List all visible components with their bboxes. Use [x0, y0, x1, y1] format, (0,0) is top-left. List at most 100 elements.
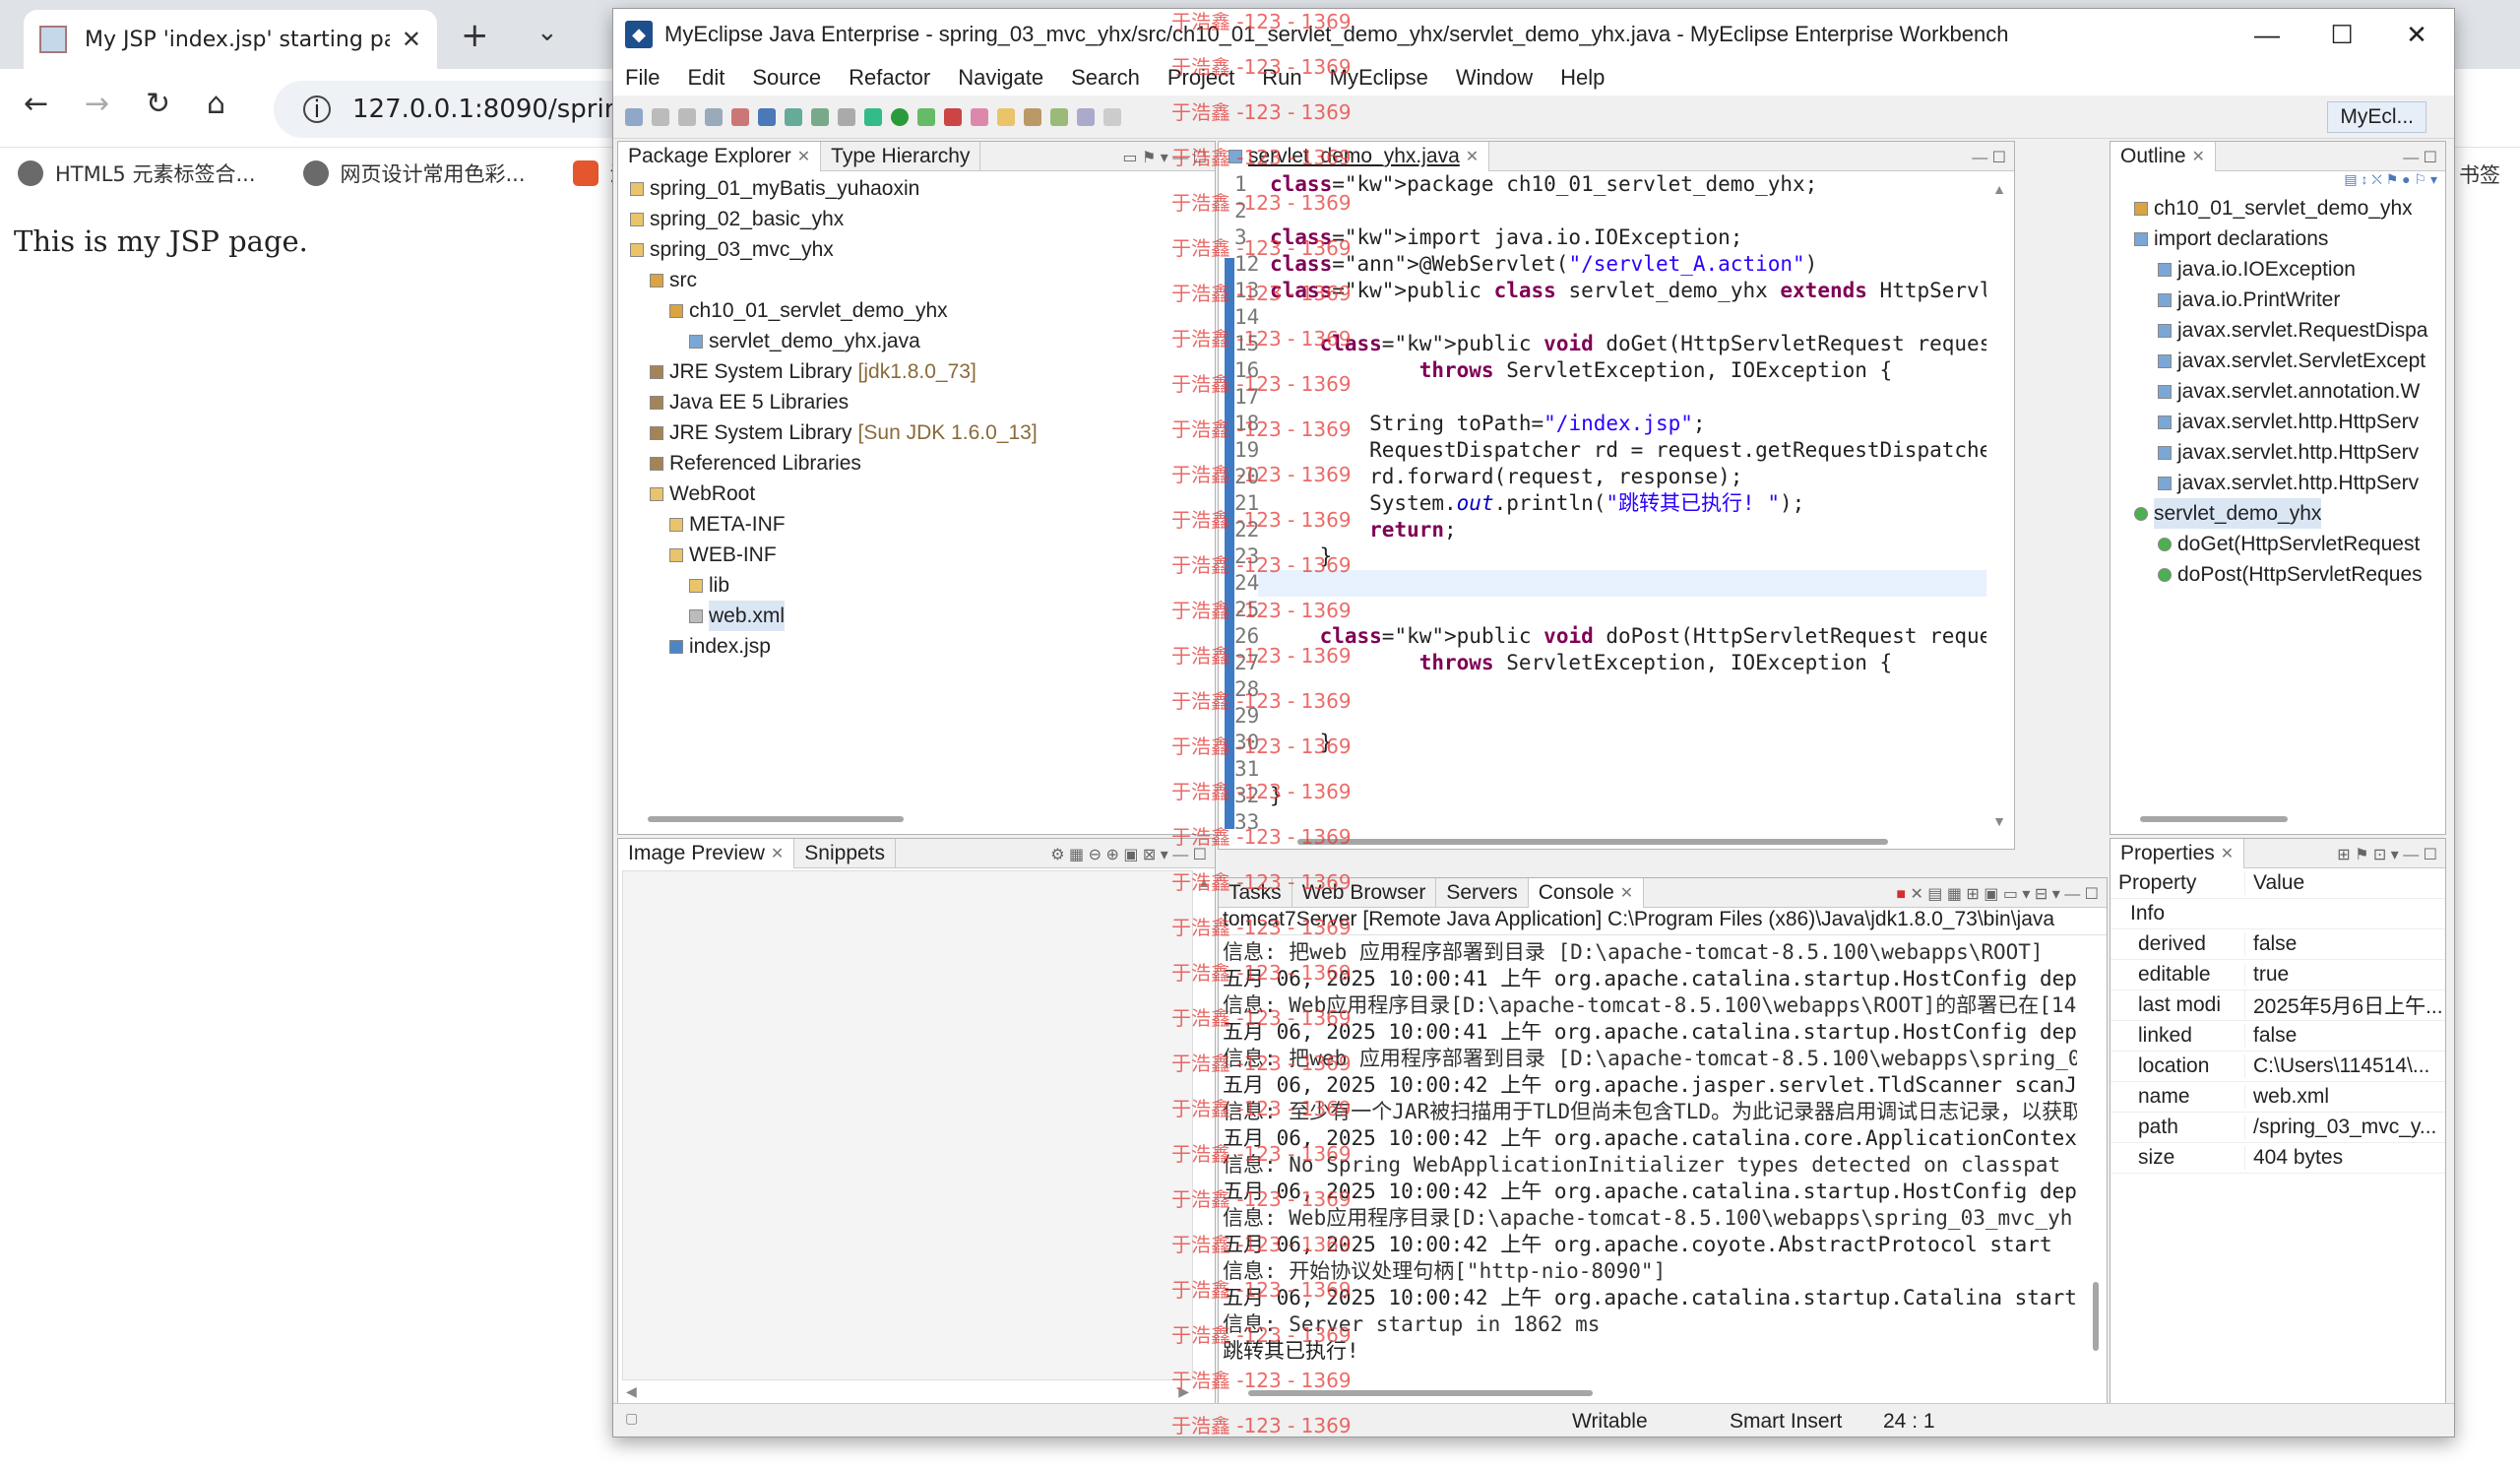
horizontal-scrollbar[interactable]	[1297, 839, 1888, 845]
reload-icon[interactable]: ↻	[146, 87, 170, 121]
menu-window[interactable]: Window	[1456, 65, 1533, 91]
menu-refactor[interactable]: Refactor	[849, 65, 930, 91]
property-row[interactable]: name web.xml	[2110, 1082, 2445, 1113]
tab-snippets[interactable]: Snippets	[794, 838, 897, 868]
outline-item[interactable]: javax.servlet.ServletExcept	[2134, 346, 2445, 376]
outline-item[interactable]: ch10_01_servlet_demo_yhx	[2134, 193, 2445, 223]
tab-console[interactable]: Console ✕	[1528, 877, 1645, 908]
server-icon[interactable]	[758, 107, 776, 126]
package-tree-item[interactable]: src	[630, 265, 1215, 295]
horizontal-scrollbar[interactable]	[648, 816, 904, 822]
run-external-icon[interactable]	[917, 107, 935, 126]
outline-item[interactable]: import declarations	[2134, 223, 2445, 254]
tab-properties[interactable]: Properties ✕	[2110, 838, 2245, 868]
outline-item[interactable]: doGet(HttpServletRequest	[2134, 529, 2445, 559]
print-icon[interactable]	[705, 107, 723, 126]
outline-item[interactable]: javax.servlet.http.HttpServ	[2134, 437, 2445, 468]
close-window-button[interactable]: ✕	[2379, 20, 2454, 50]
outline-item[interactable]: javax.servlet.annotation.W	[2134, 376, 2445, 407]
next-annotation-icon[interactable]	[1050, 107, 1068, 126]
property-row[interactable]: derived false	[2110, 929, 2445, 960]
close-icon[interactable]: ✕	[1620, 883, 1633, 903]
menu-help[interactable]: Help	[1560, 65, 1605, 91]
tab-package-explorer[interactable]: Package Explorer ✕	[618, 141, 822, 171]
outline-filter-icons[interactable]: ▤ ↕ ⛌ ⚑ ● ⚐ ▾	[2110, 171, 2445, 193]
save-icon[interactable]	[652, 107, 669, 126]
deploy-icon[interactable]	[731, 107, 749, 126]
outline-item[interactable]: javax.servlet.RequestDispa	[2134, 315, 2445, 346]
browser-tab[interactable]: My JSP 'index.jsp' starting pa ✕	[24, 10, 437, 69]
menu-navigate[interactable]: Navigate	[958, 65, 1043, 91]
scroll-up-arrow-icon[interactable]: ▲	[1992, 181, 2006, 197]
back-arrow-icon[interactable]: ←	[24, 87, 48, 121]
package-tree-item[interactable]: spring_01_myBatis_yuhaoxin	[630, 173, 1215, 204]
site-info-icon[interactable]: i	[303, 96, 331, 123]
tab-list-chevron-icon[interactable]: ⌄	[536, 18, 558, 47]
package-tree-item[interactable]: Java EE 5 Libraries	[630, 387, 1215, 417]
package-tree-item[interactable]: WebRoot	[630, 479, 1215, 509]
all-bookmarks-label[interactable]: 书签	[2459, 160, 2500, 189]
menu-file[interactable]: File	[625, 65, 660, 91]
open-type-icon[interactable]	[811, 107, 829, 126]
new-tab-button[interactable]: +	[461, 16, 489, 55]
forward-icon[interactable]	[1103, 107, 1121, 126]
home-icon[interactable]: ⌂	[207, 87, 225, 121]
package-tree-item[interactable]: META-INF	[630, 509, 1215, 540]
menu-search[interactable]: Search	[1071, 65, 1140, 91]
terminate-icon[interactable]: ■	[1896, 886, 1906, 903]
package-tree-item[interactable]: index.jsp	[630, 631, 1215, 662]
property-row[interactable]: editable true	[2110, 960, 2445, 990]
property-row[interactable]: linked false	[2110, 1021, 2445, 1052]
property-row[interactable]: size 404 bytes	[2110, 1143, 2445, 1174]
forward-arrow-icon[interactable]: →	[85, 87, 109, 121]
properties-group-row[interactable]: Info	[2110, 899, 2445, 929]
package-tree-item[interactable]: spring_02_basic_yhx	[630, 204, 1215, 234]
outline-item[interactable]: javax.servlet.http.HttpServ	[2134, 468, 2445, 498]
editor-min-max-icon[interactable]: — ☐	[1972, 148, 2006, 167]
close-icon[interactable]: ✕	[1466, 147, 1479, 166]
search-icon[interactable]	[838, 107, 855, 126]
new-icon[interactable]	[625, 107, 643, 126]
scroll-down-arrow-icon[interactable]: ▼	[1992, 813, 2006, 829]
outline-item[interactable]: servlet_demo_yhx	[2134, 498, 2445, 529]
open-folder-icon[interactable]	[997, 107, 1015, 126]
save-all-icon[interactable]	[678, 107, 696, 126]
outline-item[interactable]: javax.servlet.http.HttpServ	[2134, 407, 2445, 437]
bookmark-item[interactable]: 网页设计常用色彩...	[302, 159, 526, 188]
outline-item[interactable]: java.io.IOException	[2134, 254, 2445, 285]
tab-type-hierarchy[interactable]: Type Hierarchy	[821, 141, 981, 171]
package-tree-item[interactable]: JRE System Library [jdk1.8.0_73]	[630, 356, 1215, 387]
profile-icon[interactable]	[944, 107, 962, 126]
outline-menu-icon[interactable]: — ☐	[2403, 148, 2437, 167]
package-tree-item[interactable]: WEB-INF	[630, 540, 1215, 570]
package-tree-item[interactable]: web.xml	[630, 601, 1215, 631]
property-row[interactable]: path/spring_03_mvc_y...	[2110, 1113, 2445, 1143]
properties-toolbar-icons[interactable]: ⊞ ⚑ ⊡ ▾ — ☐	[2337, 845, 2437, 864]
perspective-button[interactable]: MyEcl...	[2327, 101, 2426, 133]
outline-item[interactable]: java.io.PrintWriter	[2134, 285, 2445, 315]
package-tree-item[interactable]: JRE System Library [Sun JDK 1.6.0_13]	[630, 417, 1215, 448]
close-icon[interactable]: ✕	[2192, 147, 2205, 166]
vertical-scrollbar[interactable]	[2093, 1282, 2099, 1351]
outline-item[interactable]: doPost(HttpServletReques	[2134, 559, 2445, 590]
close-icon[interactable]: ✕	[797, 147, 810, 166]
build-icon[interactable]	[785, 107, 802, 126]
package-tree-item[interactable]: ch10_01_servlet_demo_yhx	[630, 295, 1215, 326]
package-tree-item[interactable]: servlet_demo_yhx.java	[630, 326, 1215, 356]
property-row[interactable]: last modi 2025年5月6日上午...	[2110, 990, 2445, 1021]
menu-source[interactable]: Source	[752, 65, 821, 91]
debug-icon[interactable]	[864, 107, 882, 126]
property-row[interactable]: location C:\Users\114514\...	[2110, 1052, 2445, 1082]
tab-image-preview[interactable]: Image Preview ✕	[618, 838, 795, 868]
maximize-button[interactable]: ☐	[2304, 20, 2379, 50]
menu-edit[interactable]: Edit	[687, 65, 724, 91]
tab-outline[interactable]: Outline ✕	[2110, 141, 2216, 171]
console-toolbar-icons[interactable]: ■ ✕ ▤ ▦ ⊞ ▣ ▭ ▾ ⊟ ▾ — ☐	[1896, 884, 2099, 904]
package-tree-item[interactable]: Referenced Libraries	[630, 448, 1215, 479]
package-tree-item[interactable]: lib	[630, 570, 1215, 601]
scroll-left-arrow-icon[interactable]: ◀	[626, 1383, 637, 1400]
close-tab-icon[interactable]: ✕	[402, 26, 421, 53]
bookmark-item[interactable]: HTML5 元素标签合...	[18, 159, 256, 188]
close-icon[interactable]: ✕	[771, 844, 784, 863]
close-icon[interactable]: ✕	[2221, 844, 2234, 863]
